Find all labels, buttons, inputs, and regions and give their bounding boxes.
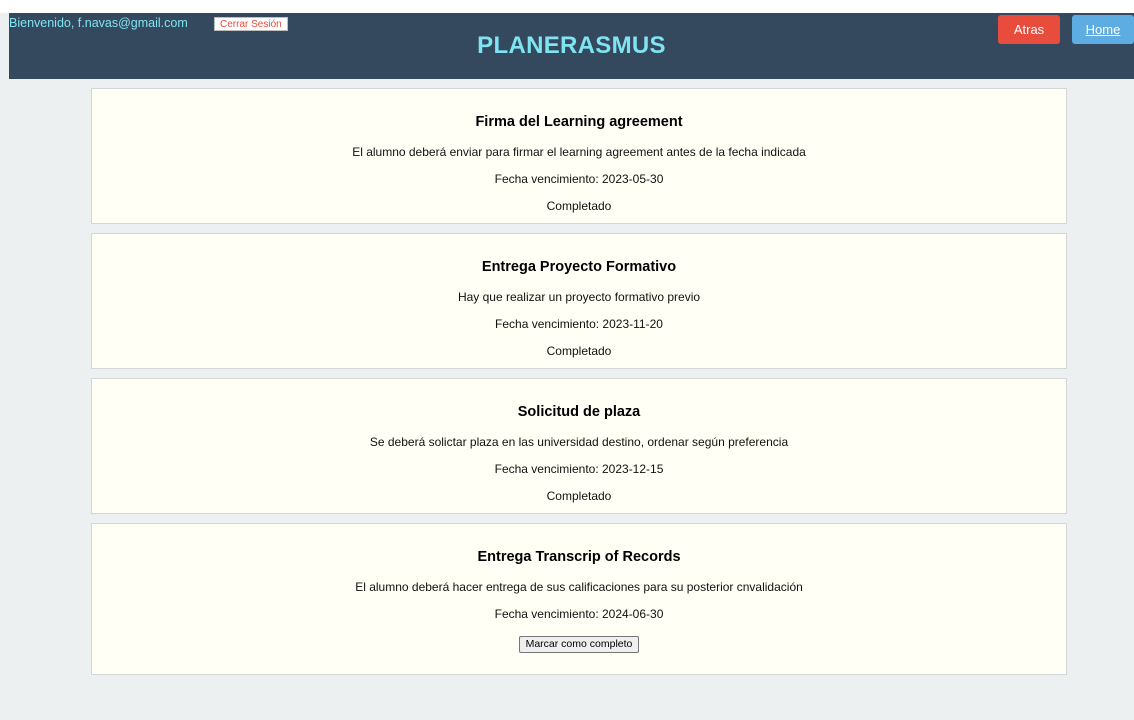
- task-card: Entrega Transcrip of Records El alumno d…: [91, 523, 1067, 675]
- home-button[interactable]: Home: [1072, 15, 1134, 44]
- task-due-date: Fecha vencimiento: 2023-11-20: [495, 317, 663, 331]
- task-due-date: Fecha vencimiento: 2023-05-30: [494, 172, 664, 186]
- task-description: Se deberá solictar plaza en las universi…: [369, 435, 789, 449]
- task-description: Hay que realizar un proyecto formativo p…: [457, 290, 701, 304]
- welcome-text: Bienvenido, f.navas@gmail.com: [9, 16, 188, 30]
- task-title: Entrega Proyecto Formativo: [481, 259, 677, 275]
- app-title: PLANERASMUS: [477, 32, 666, 59]
- task-title: Entrega Transcrip of Records: [477, 549, 681, 565]
- task-description: El alumno deberá hacer entrega de sus ca…: [355, 580, 803, 594]
- page: Bienvenido, f.navas@gmail.com Cerrar Ses…: [0, 0, 1134, 720]
- top-strip: [0, 0, 1134, 13]
- header-bar: Bienvenido, f.navas@gmail.com Cerrar Ses…: [9, 13, 1134, 79]
- task-list: Firma del Learning agreement El alumno d…: [91, 88, 1067, 684]
- back-button[interactable]: Atras: [998, 15, 1060, 44]
- logout-button[interactable]: Cerrar Sesión: [214, 17, 288, 31]
- task-description: El alumno deberá enviar para firmar el l…: [352, 145, 806, 159]
- task-due-date: Fecha vencimiento: 2024-06-30: [494, 607, 664, 621]
- task-card: Entrega Proyecto Formativo Hay que reali…: [91, 233, 1067, 369]
- task-due-date: Fecha vencimiento: 2023-12-15: [494, 462, 664, 476]
- task-status: Completado: [546, 344, 612, 358]
- task-title: Firma del Learning agreement: [475, 114, 683, 130]
- task-status: Completado: [546, 199, 612, 213]
- task-title: Solicitud de plaza: [517, 404, 641, 420]
- task-status: Completado: [546, 489, 612, 503]
- task-card: Solicitud de plaza Se deberá solictar pl…: [91, 378, 1067, 514]
- mark-complete-button[interactable]: Marcar como completo: [518, 636, 640, 653]
- task-card: Firma del Learning agreement El alumno d…: [91, 88, 1067, 224]
